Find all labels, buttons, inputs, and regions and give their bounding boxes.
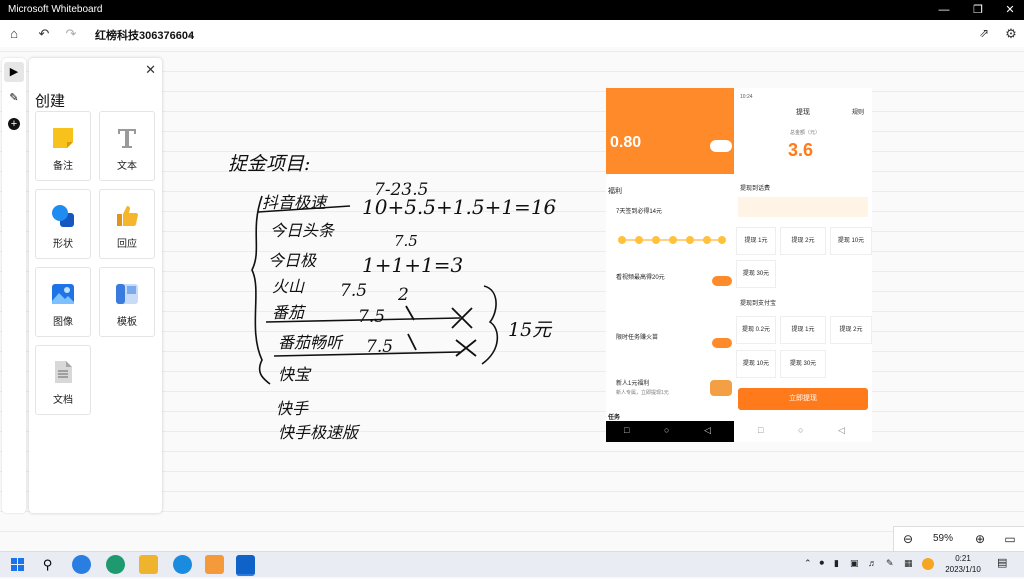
ink-line: 快手 <box>276 399 309 418</box>
ink-number: 7.5 <box>366 337 393 357</box>
browser-s-icon[interactable] <box>72 555 91 574</box>
battery-icon[interactable]: ▮ <box>834 558 839 569</box>
search-icon[interactable]: ⚲ <box>38 555 57 574</box>
notifications-icon[interactable]: ▤ <box>997 556 1007 569</box>
app-tray-icon[interactable] <box>922 558 934 570</box>
clock-time: 0:21 <box>955 554 971 563</box>
zoom-level[interactable]: 59% <box>928 527 958 551</box>
k-app-icon[interactable] <box>173 555 192 574</box>
ink-number: 7.5 <box>340 281 367 301</box>
ink-total: 15元 <box>508 319 553 341</box>
ink-line: 火山 <box>272 277 305 296</box>
zoom-control: ⊖ 59% ⊕ ▭ <box>893 526 1024 552</box>
ink-number: 2 <box>397 285 409 305</box>
microphone-icon[interactable]: ⚫ <box>818 558 826 569</box>
ink-number: 7.5 <box>394 232 418 250</box>
ink-line: 今日极 <box>268 251 317 270</box>
network-icon[interactable]: ▣ <box>850 558 859 569</box>
pen-tray-icon[interactable]: ✎ <box>886 558 894 569</box>
ink-equation: 1+1+1=3 <box>362 253 463 277</box>
file-explorer-icon[interactable] <box>139 555 158 574</box>
edge-icon[interactable] <box>106 555 125 574</box>
ink-line: 快宝 <box>278 365 312 384</box>
ink-brace-right <box>481 285 499 365</box>
app-icon[interactable] <box>205 555 224 574</box>
ink-equation: 10+5.5+1.5+1=16 <box>362 195 557 219</box>
language-icon[interactable]: ▦ <box>904 558 913 569</box>
whiteboard-app-icon[interactable] <box>236 555 255 576</box>
zoom-out-icon[interactable]: ⊖ <box>896 527 920 551</box>
clock-date: 2023/1/10 <box>945 565 981 574</box>
system-clock[interactable]: 0:21 2023/1/10 <box>937 553 989 575</box>
ink-line: 番茄畅听 <box>278 333 344 352</box>
windows-start-icon[interactable] <box>8 555 27 574</box>
fit-to-screen-icon[interactable]: ▭ <box>998 527 1022 551</box>
volume-icon[interactable]: ♬ <box>868 558 877 568</box>
ink-brace <box>251 195 271 385</box>
ink-line: 快手极速版 <box>278 423 361 442</box>
ink-cross <box>455 339 477 357</box>
ink-notes[interactable]: 捉金项目: 抖音极速 今日头条 今日极 火山 番茄 番茄畅听 快宝 快手 快手极… <box>0 0 1024 576</box>
ink-line: 番茄 <box>272 303 307 322</box>
zoom-in-icon[interactable]: ⊕ <box>968 527 992 551</box>
ink-number: 7.5 <box>358 307 385 327</box>
ink-mark <box>405 305 417 351</box>
ink-title: 捉金项目: <box>228 153 310 175</box>
ink-line: 今日头条 <box>270 221 336 240</box>
tray-chevron-icon[interactable]: ⌃ <box>804 558 812 569</box>
windows-taskbar: ⚲ ⌃ ⚫ ▮ ▣ ♬ ✎ ▦ 0:21 2023/1/10 ▤ <box>0 551 1024 577</box>
